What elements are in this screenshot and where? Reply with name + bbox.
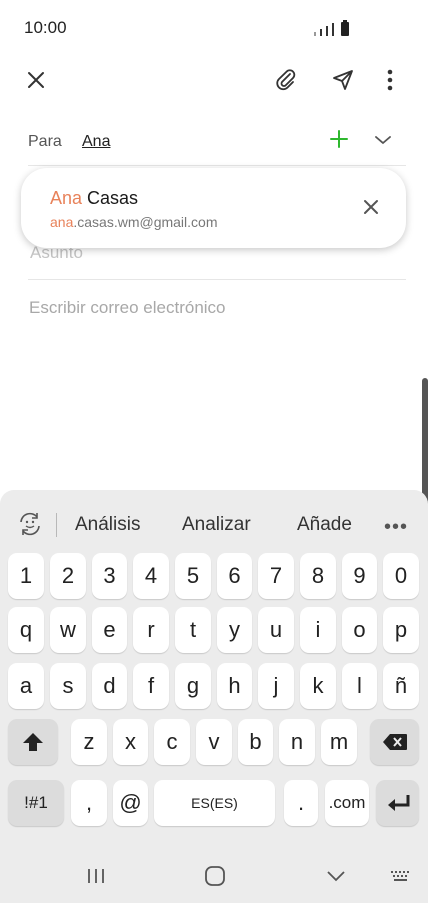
keyboard-suggestion[interactable]: Añade (297, 514, 352, 536)
emoji-refresh-icon[interactable] (16, 510, 44, 538)
system-nav-bar (0, 850, 428, 903)
key-6[interactable]: 6 (217, 553, 252, 599)
backspace-key[interactable] (370, 719, 419, 765)
key-c[interactable]: c (154, 719, 190, 765)
key-3[interactable]: 3 (92, 553, 127, 599)
enter-icon (387, 795, 409, 811)
key-4[interactable]: 4 (133, 553, 169, 599)
keyboard-suggestion[interactable]: Análisis (75, 514, 140, 536)
key-g[interactable]: g (175, 663, 211, 709)
key-h[interactable]: h (217, 663, 252, 709)
key-i[interactable]: i (300, 607, 336, 653)
suggestion-name: Ana Casas (50, 188, 138, 209)
key-j[interactable]: j (258, 663, 294, 709)
paperclip-icon[interactable] (272, 66, 300, 94)
home-icon[interactable] (200, 864, 230, 888)
keyboard-switch-icon[interactable] (386, 864, 416, 888)
suggestion-name-match: Ana (50, 188, 83, 208)
divider (56, 513, 57, 537)
to-label: Para (28, 133, 62, 150)
to-field-row[interactable]: Para Ana (28, 120, 406, 166)
keyboard-suggestion-bar: Análisis Analizar Añade ••• (0, 490, 428, 550)
more-suggestions-icon[interactable]: ••• (384, 516, 408, 539)
key-7[interactable]: 7 (258, 553, 294, 599)
key-e[interactable]: e (92, 607, 127, 653)
suggestion-email: ana.casas.wm@gmail.com (50, 214, 218, 230)
chevron-down-icon[interactable] (373, 130, 397, 154)
add-recipient-icon[interactable] (328, 128, 352, 152)
key-x[interactable]: x (113, 719, 148, 765)
body-field-placeholder[interactable]: Escribir correo electrónico (29, 298, 226, 318)
key-a[interactable]: a (8, 663, 44, 709)
status-icons (314, 20, 349, 36)
key-r[interactable]: r (133, 607, 169, 653)
keyboard: Análisis Analizar Añade ••• 1 2 3 4 5 6 … (0, 490, 428, 903)
key-5[interactable]: 5 (175, 553, 211, 599)
status-bar: 10:00 (0, 0, 428, 56)
key-y[interactable]: y (217, 607, 252, 653)
key-enye[interactable]: ñ (383, 663, 419, 709)
symbols-key[interactable]: !#1 (8, 780, 64, 826)
key-v[interactable]: v (196, 719, 232, 765)
key-l[interactable]: l (342, 663, 377, 709)
compose-toolbar (0, 56, 428, 104)
key-d[interactable]: d (92, 663, 127, 709)
key-q[interactable]: q (8, 607, 44, 653)
backspace-icon (382, 734, 407, 750)
key-2[interactable]: 2 (50, 553, 86, 599)
key-z[interactable]: z (71, 719, 107, 765)
key-s[interactable]: s (50, 663, 86, 709)
key-w[interactable]: w (50, 607, 86, 653)
battery-icon (341, 20, 349, 36)
keyboard-suggestion[interactable]: Analizar (182, 514, 251, 536)
key-1[interactable]: 1 (8, 553, 44, 599)
shift-key[interactable] (8, 719, 58, 765)
key-f[interactable]: f (133, 663, 169, 709)
key-t[interactable]: t (175, 607, 211, 653)
signal-bar (326, 26, 328, 36)
close-icon[interactable] (360, 196, 384, 220)
key-m[interactable]: m (321, 719, 357, 765)
space-key[interactable]: ES(ES) (154, 780, 275, 826)
signal-icon (314, 32, 316, 36)
recent-apps-icon[interactable] (81, 864, 111, 888)
close-icon[interactable] (22, 66, 50, 94)
period-key[interactable]: . (284, 780, 318, 826)
dotcom-key[interactable]: .com (325, 780, 369, 826)
signal-bar (332, 23, 334, 36)
suggestion-name-rest: Casas (82, 188, 139, 208)
key-9[interactable]: 9 (342, 553, 377, 599)
suggestion-email-match: ana (50, 214, 74, 230)
key-8[interactable]: 8 (300, 553, 336, 599)
recipient-chip[interactable]: Ana (82, 133, 110, 151)
enter-key[interactable] (376, 780, 419, 826)
key-k[interactable]: k (300, 663, 336, 709)
at-key[interactable]: @ (113, 780, 148, 826)
hide-keyboard-icon[interactable] (321, 864, 351, 888)
comma-key[interactable]: , (71, 780, 107, 826)
key-o[interactable]: o (342, 607, 377, 653)
contact-suggestion[interactable]: Ana Casas ana.casas.wm@gmail.com (21, 168, 406, 248)
shift-icon (23, 733, 43, 751)
signal-bar (320, 29, 322, 36)
key-u[interactable]: u (258, 607, 294, 653)
more-vertical-icon[interactable] (376, 66, 404, 94)
send-icon[interactable] (329, 66, 357, 94)
status-time: 10:00 (24, 18, 67, 37)
key-0[interactable]: 0 (383, 553, 419, 599)
suggestion-email-rest: .casas.wm@gmail.com (73, 214, 218, 230)
key-p[interactable]: p (383, 607, 419, 653)
key-n[interactable]: n (279, 719, 315, 765)
key-b[interactable]: b (238, 719, 273, 765)
